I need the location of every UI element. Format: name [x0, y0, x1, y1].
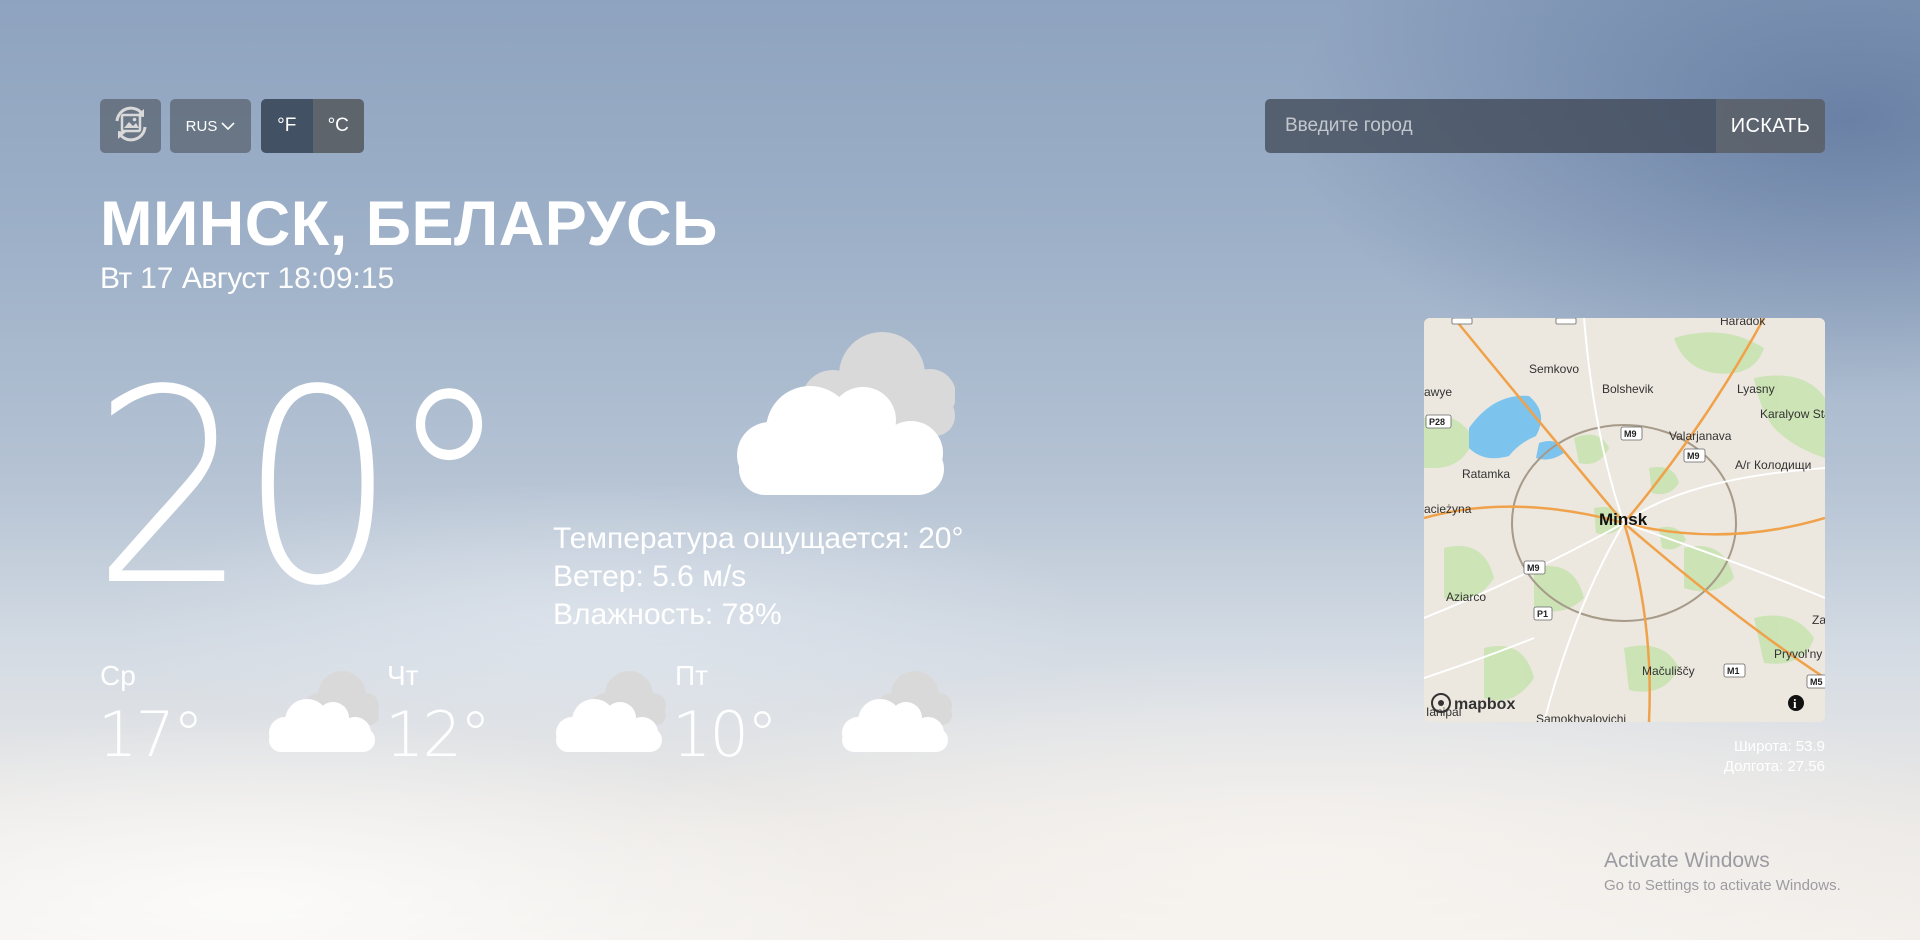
- search-button[interactable]: ИСКАТЬ: [1716, 99, 1825, 153]
- map-label: Bolshevik: [1602, 382, 1654, 396]
- map-city-label: Minsk: [1599, 510, 1648, 529]
- wind-row: Ветер: 5.6 м/s: [553, 558, 964, 596]
- month: Август: [181, 262, 270, 295]
- wind-label: Ветер:: [553, 560, 644, 593]
- map-label: acieżyna: [1424, 502, 1472, 516]
- forecast-day-3-name: Пт: [675, 660, 708, 691]
- feels-like-label: Температура ощущается:: [553, 522, 910, 555]
- celsius-button[interactable]: °C: [312, 99, 364, 153]
- map-label: Lyasny: [1737, 382, 1775, 396]
- coordinates: Широта: 53.9 Долгота: 27.56: [1560, 737, 1825, 777]
- map-label: Pryvol'ny: [1774, 647, 1822, 661]
- map-label: Semkovo: [1529, 362, 1579, 376]
- clock: 18:09:15: [277, 262, 395, 295]
- map-label: awye: [1424, 385, 1452, 399]
- map-label: А/г Колодищи: [1735, 458, 1811, 472]
- map-label: Haradok: [1720, 318, 1766, 328]
- mapbox-logo: mapbox: [1454, 696, 1515, 713]
- day: 17: [140, 262, 174, 295]
- fahrenheit-button[interactable]: °F: [261, 99, 313, 153]
- forecast-day-1-name: Ср: [100, 660, 136, 691]
- forecast-day-3-temp: 10°: [672, 698, 778, 771]
- road-shield: M1: [1727, 666, 1740, 676]
- latitude: Широта: 53.9: [1733, 738, 1825, 755]
- language-value: RUS: [185, 117, 218, 135]
- humidity-row: Влажность: 78%: [553, 596, 964, 634]
- weekday: Вт: [100, 262, 132, 295]
- svg-text:i: i: [1793, 696, 1797, 711]
- map-label: Valarjanava: [1669, 429, 1732, 443]
- search-form: ИСКАТЬ: [1265, 99, 1825, 153]
- road-shield: P28: [1429, 417, 1445, 427]
- location-map[interactable]: Haradok Semkovo Bolshevik Lyasny Karalyo…: [1424, 318, 1825, 722]
- feels-like-value: 20°: [918, 522, 964, 555]
- city-title: МИНСК, БЕЛАРУСЬ: [100, 189, 718, 259]
- weather-details: Температура ощущается: 20° Ветер: 5.6 м/…: [553, 520, 964, 634]
- unit-toggle: °F °C: [261, 99, 364, 153]
- wind-value: 5.6 м/s: [652, 560, 747, 593]
- cloudy-icon: [715, 325, 956, 500]
- city-search-input[interactable]: [1265, 99, 1716, 153]
- humidity-label: Влажность:: [553, 598, 714, 631]
- refresh-background-icon: [109, 102, 153, 151]
- chevron-down-icon: [221, 118, 235, 135]
- cloudy-icon: [838, 668, 953, 753]
- road-shield: M9: [1527, 563, 1540, 573]
- humidity-value: 78%: [721, 598, 782, 631]
- forecast-day-2-temp: 12°: [385, 698, 491, 771]
- road-shield: P1: [1537, 609, 1548, 619]
- map-label: Mačuliščy: [1642, 664, 1695, 678]
- forecast-day-2-name: Чт: [387, 660, 419, 691]
- map-label: Za: [1812, 613, 1825, 627]
- map-label: Karalyow Stan: [1760, 407, 1825, 421]
- current-temperature: 20°: [92, 333, 511, 645]
- road-shield: M9: [1624, 429, 1637, 439]
- language-select[interactable]: RUS: [170, 99, 251, 153]
- longitude: Долгота: 27.56: [1723, 758, 1825, 775]
- cloudy-icon: [265, 668, 380, 753]
- forecast-day-1-temp: 17°: [98, 698, 204, 771]
- activate-windows-watermark: Activate Windows Go to Settings to activ…: [1604, 849, 1841, 894]
- date-time: Вт 17 Август 18:09:15: [100, 262, 394, 296]
- road-shield: M5: [1810, 677, 1823, 687]
- watermark-subtitle: Go to Settings to activate Windows.: [1604, 877, 1841, 894]
- refresh-background-button[interactable]: [100, 99, 161, 153]
- feels-like-row: Температура ощущается: 20°: [553, 520, 964, 558]
- cloudy-icon: [552, 668, 667, 753]
- map-label: Ratamka: [1462, 467, 1510, 481]
- map-label: Samokhvalovichi: [1536, 712, 1626, 722]
- watermark-title: Activate Windows: [1604, 849, 1770, 872]
- road-shield: M9: [1687, 451, 1700, 461]
- map-label: Aziarco: [1446, 590, 1486, 604]
